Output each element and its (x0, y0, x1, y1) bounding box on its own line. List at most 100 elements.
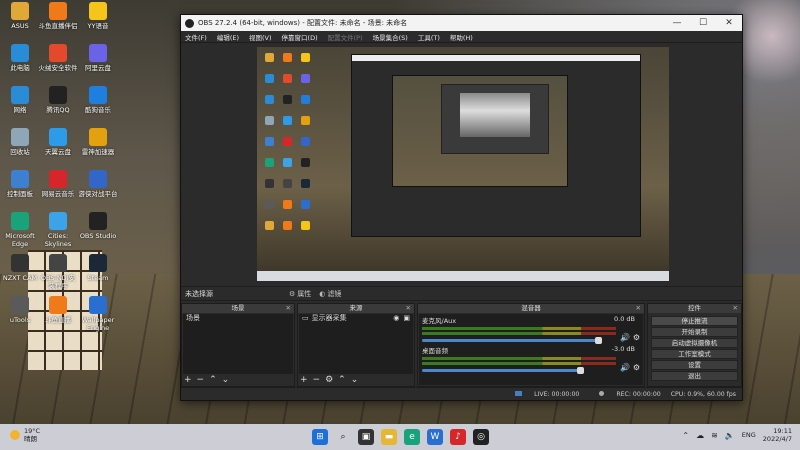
desktop-icon[interactable]: Cities: Skylines (38, 212, 78, 248)
source-settings-gear-icon[interactable]: ⚙ (325, 375, 333, 385)
preview-mini-icon (301, 53, 310, 62)
desktop-icon[interactable]: YY语音 (78, 2, 118, 30)
controls-dock: 控件 ✕ 停止推流 开始录制 启动虚拟摄像机 工作室模式 设置 退出 (647, 303, 742, 387)
dock-close-icon[interactable]: ✕ (733, 304, 738, 313)
move-up-icon[interactable]: ⌃ (209, 375, 217, 385)
desktop-icon[interactable]: 斗鱼直播 (38, 296, 78, 324)
menu-scene-collection[interactable]: 场景集合(S) (373, 32, 408, 42)
preview-mini-icon (265, 95, 274, 104)
search-icon[interactable]: ⌕ (335, 429, 351, 445)
obs-titlebar[interactable]: OBS 27.2.4 (64-bit, windows) - 配置文件: 未命名… (181, 15, 742, 31)
start-recording-button[interactable]: 开始录制 (651, 327, 738, 337)
exit-button[interactable]: 退出 (651, 371, 738, 381)
douyu-icon (49, 2, 67, 20)
file-explorer-icon[interactable]: ▬ (381, 429, 397, 445)
weather-desc: 晴朗 (24, 435, 37, 443)
stop-streaming-button[interactable]: 停止推流 (651, 316, 738, 326)
scene-item[interactable]: 场景 (183, 314, 293, 323)
menu-tools[interactable]: 工具(T) (418, 32, 440, 42)
cloud-icon[interactable]: ☁ (696, 431, 704, 440)
remove-source-icon[interactable]: − (313, 375, 321, 385)
dock-close-icon[interactable]: ✕ (636, 304, 641, 313)
controls-buttons: 停止推流 开始录制 启动虚拟摄像机 工作室模式 设置 退出 (648, 315, 741, 382)
lock-icon[interactable]: ▣ (403, 314, 410, 323)
desktop-icon[interactable]: ASUS (0, 2, 40, 30)
gear-icon: ⚙ (289, 289, 296, 298)
menu-docks[interactable]: 停靠窗口(D) (282, 32, 318, 42)
menu-help[interactable]: 帮助(H) (450, 32, 473, 42)
desktop-icon-label: 回收站 (10, 148, 30, 156)
volume-slider[interactable] (422, 367, 584, 374)
sun-icon (10, 430, 20, 440)
maximize-button[interactable]: ☐ (690, 18, 716, 28)
desktop-icon[interactable]: 天翼云盘 (38, 128, 78, 156)
desktop-icon[interactable]: 腾讯QQ (38, 86, 78, 114)
desktop-icon[interactable]: 火绒安全软件 (38, 44, 78, 72)
desktop-icon[interactable]: 雷神加速器 (78, 128, 118, 156)
start-virtual-camera-button[interactable]: 启动虚拟摄像机 (651, 338, 738, 348)
desktop-icon[interactable]: OBS Studio (78, 212, 118, 240)
studio-mode-button[interactable]: 工作室模式 (651, 349, 738, 359)
add-scene-icon[interactable]: + (184, 375, 192, 385)
edge-icon[interactable]: e (404, 429, 420, 445)
menu-profile[interactable]: 配置文件(P) (328, 32, 363, 42)
recycle-bin-icon (11, 128, 29, 146)
obs-icon[interactable]: ◎ (473, 429, 489, 445)
volume-slider[interactable] (422, 337, 602, 344)
weather-widget[interactable]: 19°C 晴朗 (10, 427, 40, 443)
clock[interactable]: 19:11 2022/4/7 (763, 427, 792, 443)
obs-window[interactable]: OBS 27.2.4 (64-bit, windows) - 配置文件: 未命名… (180, 14, 743, 401)
remove-scene-icon[interactable]: − (197, 375, 205, 385)
close-button[interactable]: ✕ (716, 18, 742, 28)
settings-button[interactable]: 设置 (651, 360, 738, 370)
desktop-icon[interactable]: 阿里云盘 (78, 44, 118, 72)
menu-view[interactable]: 视图(V) (249, 32, 272, 42)
properties-button[interactable]: ⚙ 属性 (289, 289, 311, 299)
desktop-icon[interactable]: 此电脑 (0, 44, 40, 72)
chevron-up-icon[interactable]: ⌃ (682, 431, 689, 440)
taskbar-apps: ⊞ ⌕ ▣ ▬ e W ♪ ◎ (312, 429, 496, 445)
start-windows-icon[interactable]: ⊞ (312, 429, 328, 445)
desktop-icon[interactable]: 回收站 (0, 128, 40, 156)
filters-button[interactable]: ◐ 滤镜 (319, 289, 341, 299)
task-view-icon[interactable]: ▣ (358, 429, 374, 445)
desktop-icon[interactable]: 游侠对战平台 (78, 170, 118, 198)
filter-icon: ◐ (319, 289, 326, 298)
desktop-icon[interactable]: Wallpaper Engine (78, 296, 118, 332)
desktop-icon[interactable]: Steam (78, 254, 118, 282)
volume-icon[interactable]: 🔈 (725, 431, 735, 440)
move-up-icon[interactable]: ⌃ (338, 375, 346, 385)
qq-icon (49, 86, 67, 104)
preview-mini-icon (265, 200, 274, 209)
preview-mini-icon (283, 137, 292, 146)
dock-close-icon[interactable]: ✕ (406, 304, 411, 313)
menu-file[interactable]: 文件(F) (185, 32, 207, 42)
utools-icon (11, 296, 29, 314)
menu-edit[interactable]: 编辑(E) (217, 32, 239, 42)
preview-canvas[interactable] (257, 47, 669, 281)
desktop-icon[interactable]: 网络 (0, 86, 40, 114)
window-title: OBS 27.2.4 (64-bit, windows) - 配置文件: 未命名… (198, 19, 408, 27)
desktop-icon[interactable]: NZXT CAM (0, 254, 40, 282)
obs-icon (89, 212, 107, 230)
desktop-icon[interactable]: Microsoft Edge (0, 212, 40, 248)
desktop-icon[interactable]: 控制面板 (0, 170, 40, 198)
minimize-button[interactable]: — (664, 18, 690, 28)
dock-close-icon[interactable]: ✕ (286, 304, 291, 313)
desktop-icon[interactable]: OBS-NDI安装程序 (38, 254, 78, 290)
source-item[interactable]: ▭ 显示器采集 ◉ ▣ (299, 314, 413, 323)
desktop-icon[interactable]: uTools (0, 296, 40, 324)
wifi-icon[interactable]: ≋ (711, 431, 718, 440)
speaker-and-gear-icon[interactable]: 🔊 ⚙ (620, 333, 640, 342)
move-down-icon[interactable]: ⌄ (222, 375, 230, 385)
visibility-eye-icon[interactable]: ◉ (393, 314, 399, 323)
desktop-icon[interactable]: 网易云音乐 (38, 170, 78, 198)
speaker-and-gear-icon[interactable]: 🔊 ⚙ (620, 363, 640, 372)
add-source-icon[interactable]: + (300, 375, 308, 385)
desktop-icon[interactable]: 酷狗音乐 (78, 86, 118, 114)
netease-music-icon[interactable]: ♪ (450, 429, 466, 445)
wallpaper-engine-icon[interactable]: W (427, 429, 443, 445)
input-language[interactable]: ENG (742, 431, 756, 439)
desktop-icon[interactable]: 斗鱼直播伴侣 (38, 2, 78, 30)
move-down-icon[interactable]: ⌄ (351, 375, 359, 385)
